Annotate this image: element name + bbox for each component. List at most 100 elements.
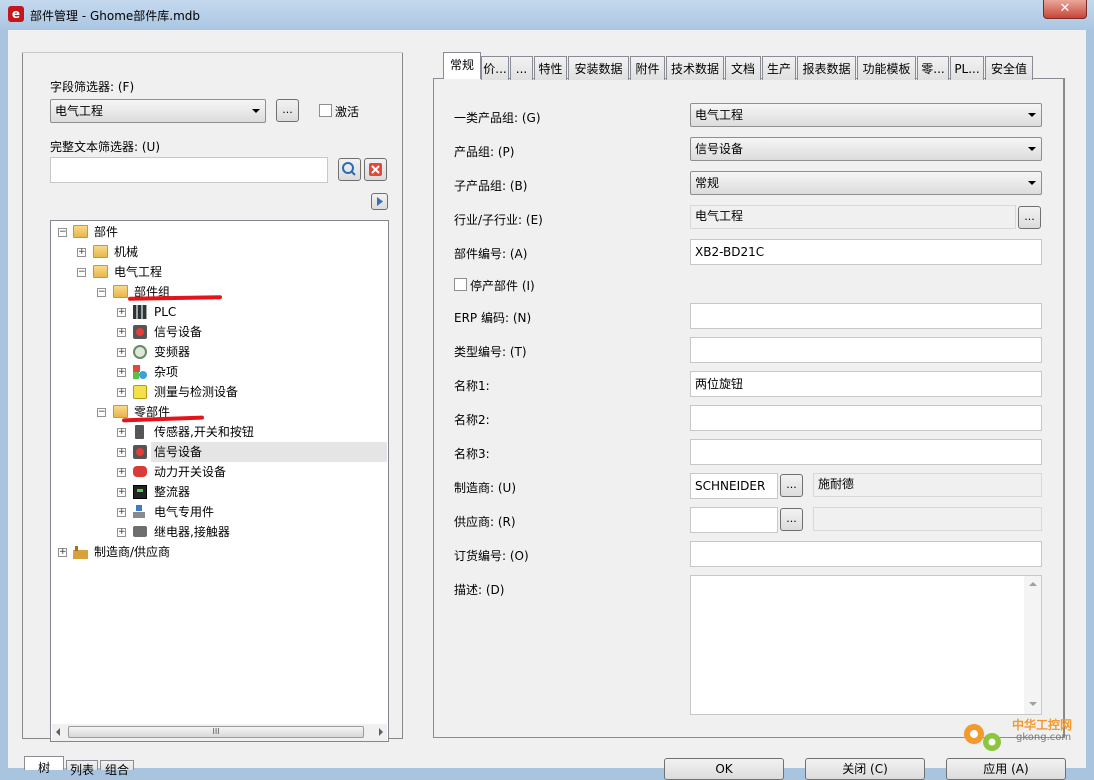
arrow-right-icon [377, 197, 383, 206]
sub-product-group-select[interactable]: 常规 [690, 171, 1042, 195]
ok-button[interactable]: OK [664, 758, 784, 780]
name2-field[interactable] [690, 405, 1042, 431]
collapse-icon[interactable]: − [77, 268, 86, 277]
industry-field[interactable]: 电气工程 [690, 205, 1016, 229]
tab-safety-values[interactable]: 安全值 [985, 56, 1033, 80]
tree-item-special-parts[interactable]: 电气专用件 [154, 503, 214, 521]
field-filter-value: 电气工程 [55, 104, 104, 118]
sub-product-group-value: 常规 [695, 176, 720, 190]
expand-icon[interactable]: + [117, 368, 126, 377]
collapse-icon[interactable]: − [97, 408, 106, 417]
order-number-label: 订货编号: (O) [454, 549, 529, 563]
type-number-field[interactable] [690, 337, 1042, 363]
discontinued-checkbox[interactable] [454, 278, 467, 291]
expand-icon[interactable]: + [117, 348, 126, 357]
close-dialog-button[interactable]: 关闭 (C) [805, 758, 925, 780]
tab-mounting-data[interactable]: 安装数据 [568, 56, 629, 80]
product-group1-select[interactable]: 电气工程 [690, 103, 1042, 127]
expand-icon[interactable]: + [117, 468, 126, 477]
tree-item-parts[interactable]: 部件 [94, 223, 118, 241]
tab-production[interactable]: 生产 [762, 56, 796, 80]
close-button[interactable]: ✕ [1043, 0, 1087, 19]
folder-icon [113, 285, 128, 298]
part-number-field[interactable]: XB2-BD21C [690, 239, 1042, 265]
tree-item-mechanical[interactable]: 机械 [114, 243, 138, 261]
tree-item-manufacturer[interactable]: 制造商/供应商 [94, 543, 170, 561]
field-filter-label: 字段筛选器: (F) [50, 80, 135, 94]
manufacturer-field[interactable]: SCHNEIDER [690, 473, 778, 499]
tab-components[interactable]: 零... [917, 56, 949, 80]
tab-combined[interactable]: 组合 [100, 760, 134, 777]
collapse-icon[interactable]: − [58, 228, 67, 237]
left-panel-border [22, 52, 23, 738]
erp-label: ERP 编码: (N) [454, 311, 532, 325]
expand-icon[interactable]: + [117, 308, 126, 317]
collapse-icon[interactable]: − [97, 288, 106, 297]
description-scrollbar[interactable] [1024, 576, 1041, 714]
scroll-left-icon[interactable] [56, 728, 60, 736]
tree-item-misc[interactable]: 杂项 [154, 363, 178, 381]
expand-icon[interactable]: + [58, 548, 67, 557]
expand-icon[interactable]: + [117, 528, 126, 537]
tree-item-plc[interactable]: PLC [154, 303, 176, 321]
scroll-thumb[interactable]: III [68, 726, 364, 738]
tab-pl[interactable]: PL... [950, 56, 984, 80]
product-group-select[interactable]: 信号设备 [690, 137, 1042, 161]
folder-icon [93, 245, 108, 258]
tree-item-relay[interactable]: 继电器,接触器 [154, 523, 230, 541]
tree-item-sensors[interactable]: 传感器,开关和按钮 [154, 423, 254, 441]
window-title: 部件管理 - Ghome部件库.mdb [30, 9, 201, 23]
tree-item-power-switch[interactable]: 动力开关设备 [154, 463, 226, 481]
misc-icon [133, 365, 147, 379]
tree-item-measure[interactable]: 测量与检测设备 [154, 383, 238, 401]
tab-properties[interactable]: 特性 [534, 56, 567, 80]
tab-general[interactable]: 常规 [443, 52, 481, 79]
tree-item-rectifier[interactable]: 整流器 [154, 483, 190, 501]
expand-icon[interactable]: + [117, 508, 126, 517]
tree-horizontal-scrollbar[interactable]: III [52, 724, 387, 741]
gkong-watermark: 中华工控网 gkong.com [958, 712, 1084, 762]
tab-price[interactable]: 价... [481, 56, 509, 80]
tree-item-vfd[interactable]: 变频器 [154, 343, 190, 361]
expand-icon[interactable]: + [117, 488, 126, 497]
expand-icon[interactable]: + [117, 448, 126, 457]
tab-more[interactable]: ... [510, 56, 533, 80]
activate-checkbox[interactable] [319, 104, 332, 117]
erp-field[interactable] [690, 303, 1042, 329]
industry-browse-button[interactable]: ... [1018, 206, 1041, 229]
tab-list[interactable]: 列表 [66, 760, 98, 777]
title-bar[interactable]: e 部件管理 - Ghome部件库.mdb ✕ [0, 0, 1094, 30]
tab-technical-data[interactable]: 技术数据 [666, 56, 724, 80]
tab-documents[interactable]: 文档 [725, 56, 761, 80]
tree-item-signal-device[interactable]: 信号设备 [154, 323, 202, 341]
scroll-up-icon[interactable] [1029, 582, 1037, 586]
industry-label: 行业/子行业: (E) [454, 213, 543, 227]
app-icon[interactable]: e [8, 6, 24, 22]
search-button[interactable] [338, 158, 361, 181]
tree-item-electrical[interactable]: 电气工程 [114, 263, 162, 281]
scroll-right-icon[interactable] [379, 728, 383, 736]
tree-item-signal-device-selected[interactable]: 信号设备 [154, 443, 202, 461]
field-filter-select[interactable]: 电气工程 [50, 99, 266, 123]
expand-icon[interactable]: + [77, 248, 86, 257]
order-number-field[interactable] [690, 541, 1042, 567]
field-filter-browse-button[interactable]: ... [276, 99, 299, 122]
name1-field[interactable]: 两位旋钮 [690, 371, 1042, 397]
expand-icon[interactable]: + [117, 388, 126, 397]
name3-field[interactable] [690, 439, 1042, 465]
supplier-browse-button[interactable]: ... [780, 508, 803, 531]
fulltext-filter-input[interactable] [50, 157, 328, 183]
expand-icon[interactable]: + [117, 328, 126, 337]
expand-icon[interactable]: + [117, 428, 126, 437]
expand-panel-button[interactable] [371, 193, 388, 210]
tab-report-data[interactable]: 报表数据 [797, 56, 856, 80]
clear-filter-button[interactable] [364, 158, 387, 181]
watermark-url: gkong.com [1016, 732, 1072, 743]
activate-label: 激活 [335, 105, 360, 119]
tab-function-template[interactable]: 功能模板 [857, 56, 916, 80]
tab-accessories[interactable]: 附件 [630, 56, 665, 80]
manufacturer-browse-button[interactable]: ... [780, 474, 803, 497]
scroll-down-icon[interactable] [1029, 702, 1037, 706]
supplier-field[interactable] [690, 507, 778, 533]
description-textarea[interactable] [690, 575, 1042, 715]
